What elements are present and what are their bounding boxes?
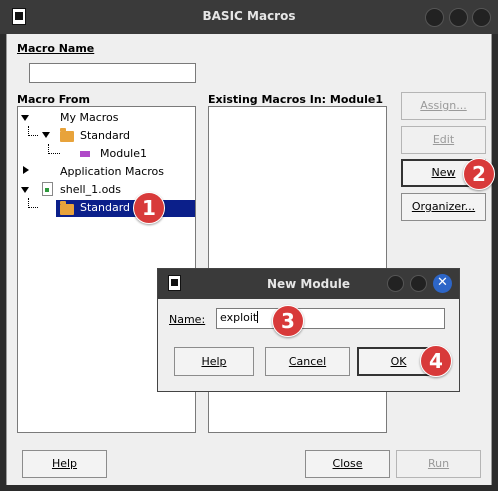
- tree-item-module1[interactable]: Module1: [100, 146, 147, 162]
- expand-application-macros-icon[interactable]: [23, 166, 29, 174]
- dialog-minimize-button[interactable]: [387, 275, 404, 292]
- macro-name-label: Macro Name: [17, 42, 95, 55]
- tree-item-standard[interactable]: Standard: [80, 128, 130, 144]
- expand-document-icon[interactable]: [21, 187, 29, 193]
- macro-from-label: Macro From: [17, 93, 90, 106]
- folder-icon: [60, 128, 74, 142]
- minimize-button[interactable]: [425, 8, 444, 27]
- maximize-button[interactable]: [449, 8, 468, 27]
- close-button[interactable]: [472, 8, 491, 27]
- step-badge-4: 4: [420, 345, 452, 377]
- module-name-input[interactable]: exploit: [216, 308, 445, 329]
- text-caret: [257, 311, 259, 323]
- step-badge-1: 1: [133, 192, 165, 224]
- folder-icon: [60, 201, 74, 215]
- module-icon: [80, 151, 90, 157]
- help-button[interactable]: Help: [22, 450, 107, 478]
- close-dialog-button[interactable]: Close: [305, 450, 390, 478]
- dialog-cancel-button[interactable]: Cancel: [265, 347, 350, 376]
- tree-item-application-macros[interactable]: Application Macros: [60, 164, 164, 180]
- new-module-dialog: New Module ✕ Name: exploit Help Cancel O…: [157, 268, 460, 392]
- dialog-titlebar: New Module ✕: [158, 269, 459, 299]
- macro-dialog-body: Macro Name Macro From Existing Macros In…: [6, 34, 492, 485]
- dialog-help-button[interactable]: Help: [174, 347, 254, 376]
- step-badge-2: 2: [463, 158, 495, 190]
- module-name-label: Name:: [169, 313, 206, 326]
- tree-item-document[interactable]: shell_1.ods: [60, 182, 121, 198]
- existing-macros-label: Existing Macros In: Module1: [208, 93, 383, 106]
- run-button[interactable]: Run: [396, 450, 481, 478]
- tree-item-my-macros[interactable]: My Macros: [60, 110, 119, 126]
- tree-item-standard-selected[interactable]: Standard: [56, 200, 195, 217]
- assign-button[interactable]: Assign...: [401, 92, 486, 120]
- dialog-maximize-button[interactable]: [410, 275, 427, 292]
- window-title: BASIC Macros: [202, 9, 296, 23]
- macro-name-input[interactable]: [29, 63, 196, 83]
- main-titlebar: BASIC Macros: [0, 0, 498, 34]
- organizer-button[interactable]: Organizer...: [401, 193, 486, 221]
- edit-button[interactable]: Edit: [401, 126, 486, 154]
- step-badge-3: 3: [272, 305, 304, 337]
- expand-my-macros-icon[interactable]: [21, 115, 29, 121]
- spreadsheet-document-icon: [42, 182, 53, 196]
- expand-standard-icon[interactable]: [42, 132, 50, 138]
- dialog-close-icon[interactable]: ✕: [433, 274, 452, 293]
